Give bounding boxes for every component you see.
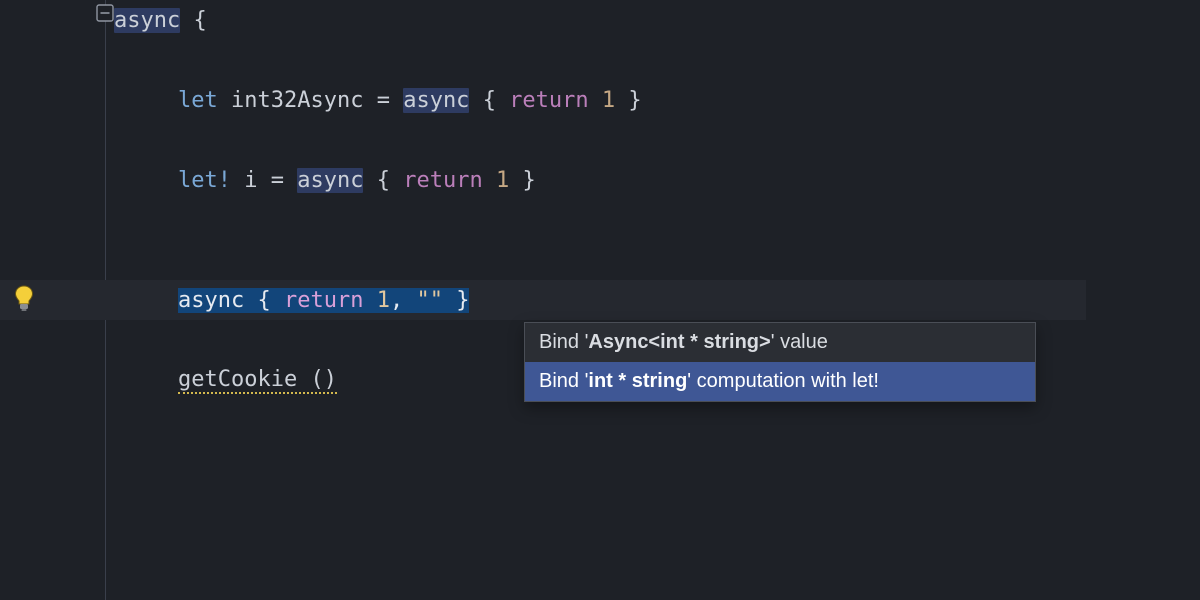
unit-literal: () — [310, 367, 337, 392]
brace-close: } — [522, 168, 535, 193]
quickfix-item-bind-computation[interactable]: Bind 'int * string' computation with let… — [525, 362, 1035, 401]
string-literal: "" — [416, 288, 443, 313]
identifier: int32Async — [231, 88, 363, 113]
keyword-return: return — [284, 288, 363, 313]
code-line[interactable]: async { — [114, 0, 1200, 40]
keyword-let-bang: let! — [178, 168, 231, 193]
identifier: i — [244, 168, 257, 193]
number-literal: 1 — [377, 288, 390, 313]
keyword-return: return — [403, 168, 482, 193]
code-line-active[interactable]: async { return 1, "" } — [114, 280, 1200, 320]
code-line[interactable] — [114, 40, 1200, 80]
brace-open: { — [193, 8, 206, 33]
menu-text-pre: Bind ' — [539, 331, 588, 353]
menu-text-strong: int * string — [588, 370, 687, 392]
keyword-let: let — [178, 88, 218, 113]
brace-open: { — [377, 168, 390, 193]
menu-text-post: ' value — [771, 331, 828, 353]
code-line[interactable] — [114, 200, 1200, 240]
brace-close: } — [456, 288, 469, 313]
keyword-async: async — [403, 88, 469, 113]
code-line[interactable]: let int32Async = async { return 1 } — [114, 80, 1200, 120]
fold-handle[interactable] — [96, 4, 114, 22]
code-line[interactable]: let! i = async { return 1 } — [114, 160, 1200, 200]
editor[interactable]: async { let int32Async = async { return … — [0, 0, 1200, 600]
code-line[interactable] — [114, 240, 1200, 280]
quickfix-item-bind-value[interactable]: Bind 'Async<int * string>' value — [525, 323, 1035, 362]
menu-text-strong: Async<int * string> — [588, 331, 770, 353]
keyword-return: return — [509, 88, 588, 113]
quickfix-menu[interactable]: Bind 'Async<int * string>' value Bind 'i… — [524, 322, 1036, 402]
number-literal: 1 — [496, 168, 509, 193]
comma: , — [390, 288, 403, 313]
identifier: getCookie — [178, 367, 297, 392]
brace-open: { — [257, 288, 270, 313]
code-area[interactable]: async { let int32Async = async { return … — [114, 0, 1200, 600]
number-literal: 1 — [602, 88, 615, 113]
lightbulb-icon[interactable] — [12, 285, 36, 309]
menu-text-post: ' computation with let! — [687, 370, 879, 392]
brace-close: } — [628, 88, 641, 113]
brace-open: { — [483, 88, 496, 113]
operator-equals: = — [271, 168, 284, 193]
menu-text-pre: Bind ' — [539, 370, 588, 392]
code-line[interactable] — [114, 120, 1200, 160]
keyword-async: async — [297, 168, 363, 193]
selection: async { return 1, "" } — [178, 288, 469, 313]
warning-underline: getCookie () — [178, 367, 337, 394]
keyword-async: async — [178, 288, 244, 313]
operator-equals: = — [377, 88, 390, 113]
keyword-async: async — [114, 8, 180, 33]
